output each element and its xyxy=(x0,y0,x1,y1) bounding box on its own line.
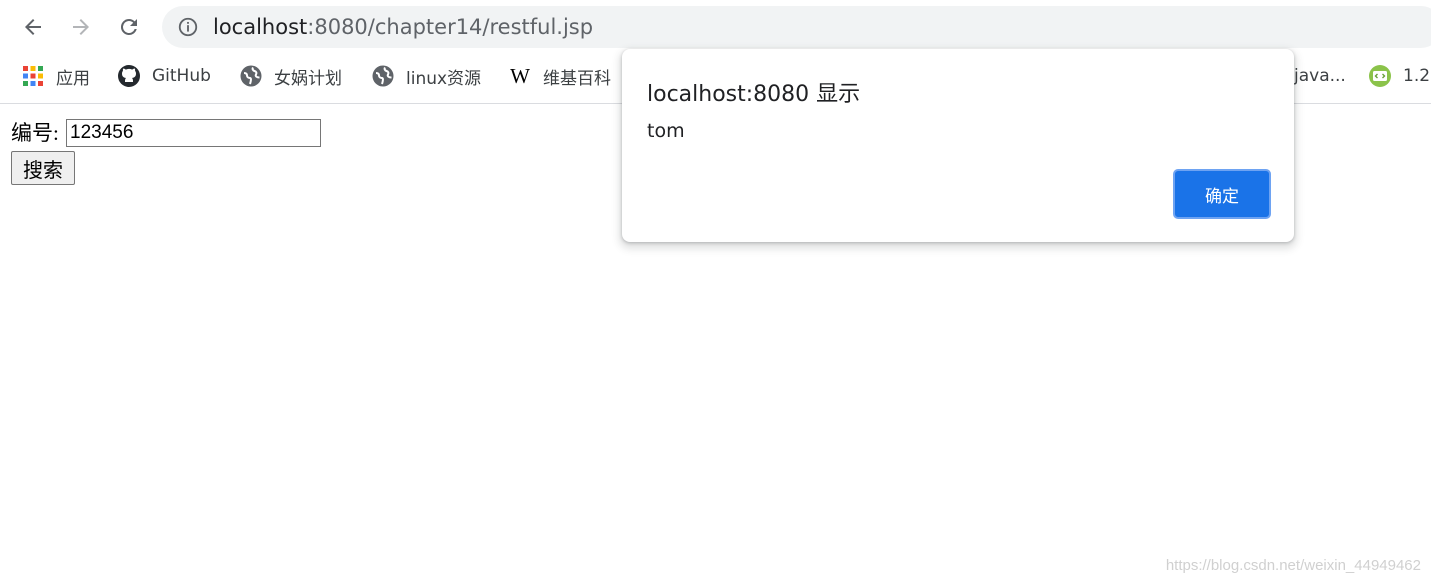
bookmark-apps[interactable]: 应用 xyxy=(21,58,90,94)
url-path: :8080/chapter14/restful.jsp xyxy=(307,15,594,39)
forward-button[interactable] xyxy=(64,10,98,44)
alert-dialog: localhost:8080 显示 tom 确定 xyxy=(622,49,1294,242)
github-icon xyxy=(117,64,141,88)
bookmark-label: 女娲计划 xyxy=(274,68,342,89)
bookmark-label: linux资源 xyxy=(406,68,482,89)
bookmark-label: GitHub xyxy=(152,66,211,86)
id-label: 编号: xyxy=(11,121,59,145)
bookmark-linux[interactable]: linux资源 xyxy=(371,58,481,94)
id-input[interactable] xyxy=(66,119,321,147)
dialog-title: localhost:8080 显示 xyxy=(647,82,861,107)
ok-button[interactable]: 确定 xyxy=(1173,169,1271,219)
apps-grid-icon xyxy=(21,64,45,88)
info-icon[interactable] xyxy=(177,16,199,38)
url-text[interactable]: localhost:8080/chapter14/restful.jsp xyxy=(213,15,593,39)
wikipedia-icon: W xyxy=(510,63,530,88)
back-button[interactable] xyxy=(16,10,50,44)
bookmark-github[interactable]: GitHub xyxy=(117,58,211,94)
bookmark-code[interactable]: 1.2 xyxy=(1368,58,1430,94)
code-icon xyxy=(1368,64,1392,88)
bookmark-java[interactable]: java... xyxy=(1294,58,1346,94)
url-host: localhost xyxy=(213,15,308,39)
reload-icon xyxy=(120,18,137,35)
search-button[interactable]: 搜索 xyxy=(11,151,75,185)
bookmark-label: 1.2 xyxy=(1403,66,1431,86)
bookmark-label: 应用 xyxy=(56,68,90,89)
bookmark-nvwa[interactable]: 女娲计划 xyxy=(239,58,342,94)
watermark: https://blog.csdn.net/weixin_44949462 xyxy=(1165,557,1421,574)
bookmark-label: java... xyxy=(1294,66,1346,86)
arrow-left-icon xyxy=(25,19,41,35)
dialog-message: tom xyxy=(647,120,685,142)
reload-button[interactable] xyxy=(112,10,146,44)
globe-icon xyxy=(239,64,263,88)
globe-icon xyxy=(371,64,395,88)
bookmark-wikipedia[interactable]: W 维基百科 xyxy=(508,58,611,94)
bookmark-label: 维基百科 xyxy=(543,68,611,89)
address-bar[interactable]: localhost:8080/chapter14/restful.jsp xyxy=(162,6,1431,48)
arrow-right-icon xyxy=(73,19,89,35)
